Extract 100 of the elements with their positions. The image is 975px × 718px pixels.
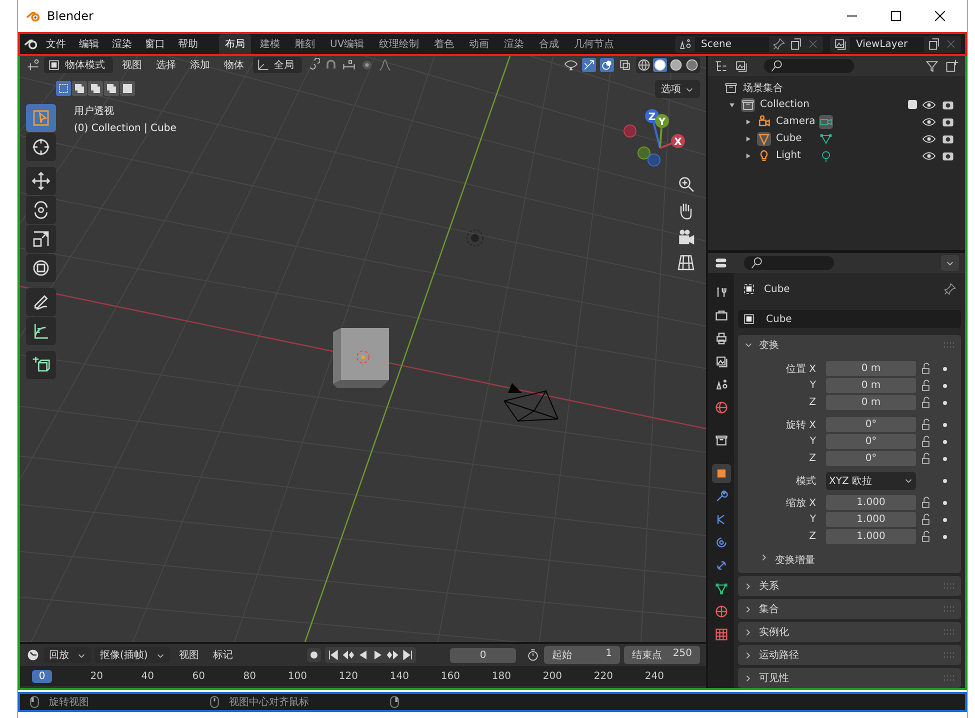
playhead[interactable]: 0 — [32, 670, 52, 682]
keyframe-dot[interactable] — [943, 456, 947, 460]
pin-icon[interactable] — [772, 37, 786, 51]
workspace-tab[interactable]: UV编辑 — [324, 34, 370, 54]
workspace-tab[interactable]: 布局 — [219, 34, 251, 54]
keyframe-dot[interactable] — [943, 518, 947, 522]
view-layer-field[interactable]: ViewLayer — [850, 36, 924, 52]
next-keyframe-icon[interactable] — [386, 648, 400, 662]
mesh-data-icon[interactable] — [819, 132, 833, 146]
selection-mode-icon[interactable] — [120, 80, 135, 96]
workspace-tab[interactable]: 几何节点 — [568, 34, 620, 54]
new-collection-icon[interactable] — [945, 59, 959, 73]
editor-type-icon[interactable] — [26, 58, 40, 72]
search-field[interactable] — [744, 256, 834, 270]
checkbox[interactable] — [908, 100, 917, 109]
keyframe-dot[interactable] — [943, 422, 947, 426]
3d-viewport[interactable]: 物体模式 视图 选择 添加 物体 全局 选项 用户透视 (0) Collection | Cube Z Y X — [20, 56, 706, 642]
selection-mode-icon[interactable] — [72, 80, 87, 96]
pencil-icon[interactable] — [26, 288, 56, 316]
scene-icon[interactable] — [678, 37, 692, 51]
falloff-curve-icon[interactable] — [378, 58, 392, 72]
end-frame-field[interactable]: 结束点 250 — [624, 646, 700, 664]
rotation-mode-dropdown[interactable]: XYZ 欧拉 — [826, 472, 916, 490]
drag-handle-icon[interactable] — [943, 674, 955, 682]
panel-title[interactable]: 关系 — [759, 579, 779, 593]
object-type-icon[interactable] — [742, 312, 756, 326]
chevron-right-icon[interactable] — [744, 650, 753, 660]
number-field[interactable]: 0 m — [826, 361, 916, 376]
number-field[interactable]: 0° — [826, 451, 916, 466]
close-icon[interactable] — [935, 11, 945, 21]
menu-item[interactable]: 视图 — [117, 58, 147, 72]
drag-handle-icon[interactable] — [943, 628, 955, 636]
menu-item[interactable]: 标记 — [208, 648, 238, 662]
outliner-type-icon[interactable] — [714, 59, 728, 73]
menu-item[interactable]: 渲染 — [107, 37, 137, 51]
menu-item[interactable]: 添加 — [185, 58, 215, 72]
chevron-down-icon[interactable] — [744, 340, 753, 350]
menu-item[interactable]: 物体 — [219, 58, 249, 72]
copy-icon[interactable] — [927, 37, 941, 51]
tree-label[interactable]: Camera — [776, 116, 814, 127]
chevron-right-icon[interactable] — [744, 604, 753, 614]
panel-title[interactable]: 变换增量 — [775, 553, 815, 567]
grid-icon[interactable] — [676, 252, 696, 272]
workspace-tab[interactable]: 纹理绘制 — [373, 34, 426, 54]
xray-toggle-icon[interactable] — [618, 58, 632, 72]
camera-data-icon[interactable] — [819, 114, 833, 128]
chevron-right-icon[interactable] — [760, 553, 769, 562]
jump-end-icon[interactable] — [401, 648, 415, 662]
chevron-right-icon[interactable] — [744, 582, 753, 590]
menu-item[interactable]: 视图 — [174, 648, 204, 662]
number-field[interactable]: 0 m — [826, 378, 916, 393]
editor-type-icon[interactable] — [714, 256, 728, 270]
scale-icon[interactable] — [26, 225, 56, 253]
drag-handle-icon[interactable] — [943, 582, 955, 590]
drag-handle-icon[interactable] — [943, 651, 955, 659]
zoom-icon[interactable] — [676, 174, 696, 194]
workspace-tab[interactable]: 动画 — [463, 34, 496, 54]
previous-keyframe-icon[interactable] — [341, 648, 355, 662]
keyframe-dot[interactable] — [943, 384, 947, 388]
jump-start-icon[interactable] — [326, 648, 340, 662]
frame-ruler[interactable]: 0 20 40 60 80 100 120 140 160 180 200 220 240 — [20, 666, 706, 686]
triangle-right-icon[interactable] — [744, 152, 752, 160]
current-frame-field[interactable]: 0 — [450, 648, 516, 662]
overlay-toggle-icon[interactable] — [600, 58, 614, 72]
orientation-dropdown[interactable]: 全局 — [253, 57, 302, 73]
keyframe-dot[interactable] — [943, 478, 947, 482]
tree-label[interactable]: 场景集合 — [743, 80, 783, 94]
proportional-edit-icon[interactable] — [360, 58, 374, 72]
panel-title[interactable]: 可见性 — [759, 671, 789, 685]
image-stack-icon[interactable] — [833, 37, 847, 51]
triangle-right-icon[interactable] — [744, 118, 752, 126]
chevron-right-icon[interactable] — [744, 674, 753, 682]
solid-sphere-icon[interactable] — [653, 58, 667, 72]
panel-title[interactable]: 实例化 — [759, 625, 789, 639]
ruler-icon[interactable] — [26, 317, 56, 345]
snap-increment-icon[interactable] — [342, 58, 356, 72]
search-field[interactable] — [764, 59, 854, 73]
drag-handle-icon[interactable] — [943, 605, 955, 613]
panel-title[interactable]: 运动路径 — [759, 648, 799, 662]
square-icon[interactable] — [712, 464, 730, 483]
mode-dropdown[interactable]: 物体模式 — [44, 57, 113, 73]
number-field[interactable]: 1.000 — [826, 495, 916, 510]
material-sphere-icon[interactable] — [669, 58, 683, 72]
workspace-tab[interactable]: 着色 — [428, 34, 460, 54]
transform-icon[interactable] — [26, 254, 56, 282]
tree-label[interactable]: Light — [776, 150, 814, 161]
tree-label[interactable]: Collection — [760, 99, 810, 110]
triangle-down-icon[interactable] — [728, 100, 736, 108]
tree-label[interactable]: Cube — [776, 133, 814, 144]
menu-item[interactable]: 选择 — [151, 58, 181, 72]
menu-dropdown[interactable]: 回放 — [44, 647, 91, 663]
copy-icon[interactable] — [789, 37, 803, 51]
rotate-icon[interactable] — [26, 196, 56, 224]
light-data-icon[interactable] — [819, 148, 833, 162]
add-cube-icon[interactable] — [26, 351, 56, 379]
axis-gizmo-drawing[interactable]: Z Y X — [620, 108, 700, 178]
move-arrows-icon[interactable] — [26, 167, 56, 195]
menu-item[interactable]: 帮助 — [173, 37, 203, 51]
options-dropdown[interactable]: 选项 — [655, 80, 700, 98]
cursor-icon[interactable] — [26, 133, 56, 161]
